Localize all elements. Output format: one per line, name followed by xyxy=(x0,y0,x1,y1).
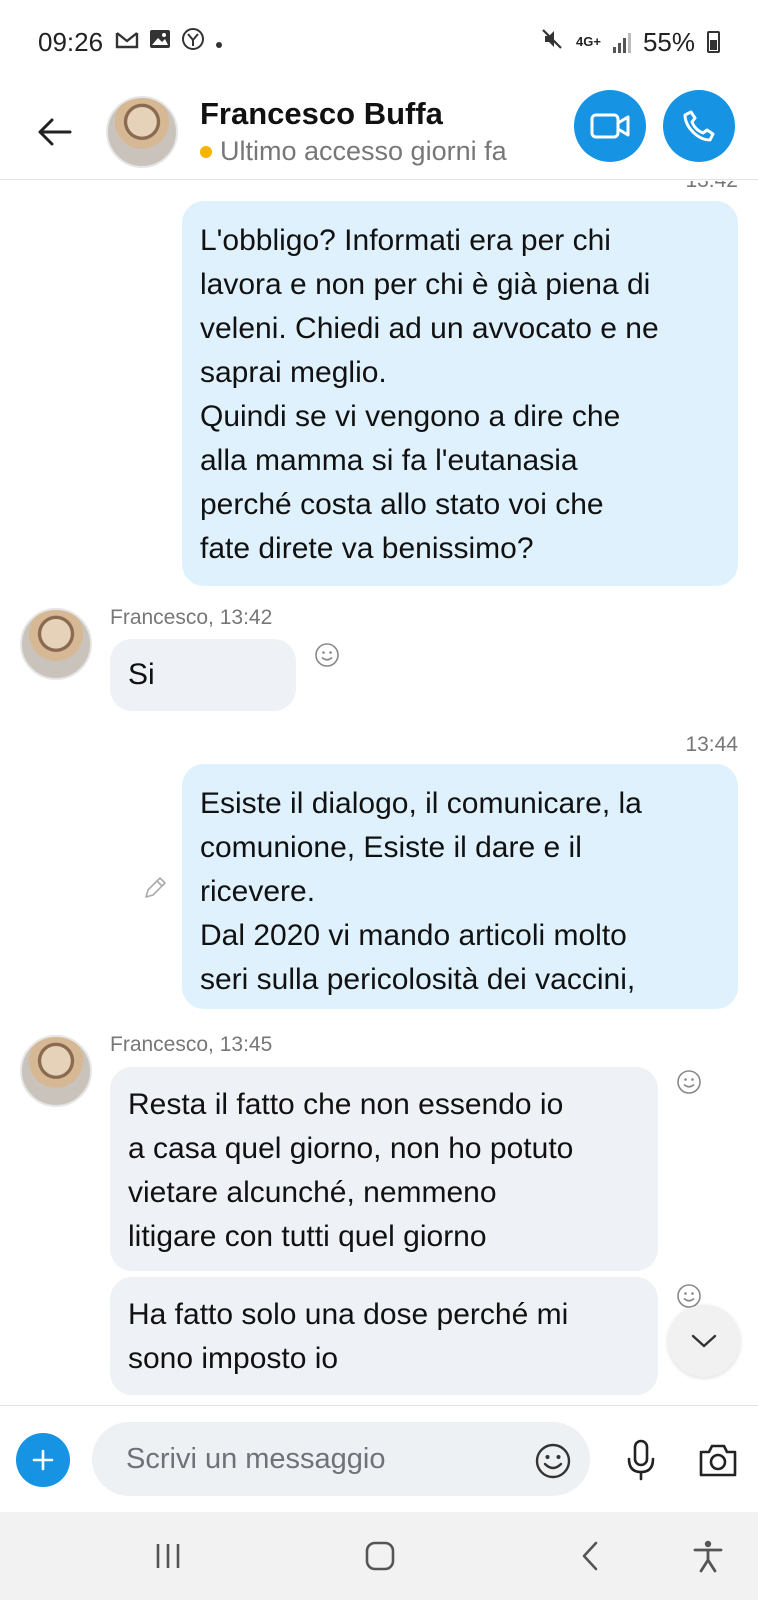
message-line: lavora e non per chi è già piena di xyxy=(200,268,651,301)
message-input[interactable] xyxy=(92,1422,590,1496)
status-bar: 09:26 4G+ 55% xyxy=(0,0,758,84)
video-call-button[interactable] xyxy=(574,90,646,162)
incoming-message-bubble[interactable]: Ha fatto solo una dose perché mi sono im… xyxy=(110,1277,658,1395)
system-navigation-bar xyxy=(0,1512,758,1600)
incoming-message-bubble[interactable]: Si xyxy=(110,639,296,711)
gallery-icon xyxy=(149,29,171,55)
message-line: L'obbligo? Informati era per chi xyxy=(200,224,611,257)
message-time: 13:44 xyxy=(685,733,738,756)
sender-avatar[interactable] xyxy=(20,1035,92,1107)
message-line: litigare con tutti quel giorno xyxy=(128,1220,487,1253)
message-line: Dal 2020 vi mando articoli molto xyxy=(200,919,627,952)
back-arrow-icon xyxy=(38,118,72,145)
dot-icon xyxy=(215,29,223,55)
battery-percentage: 55% xyxy=(642,26,695,57)
message-line: comunione, Esiste il dare e il xyxy=(200,831,582,864)
video-camera-icon xyxy=(590,113,630,139)
vpn-icon xyxy=(181,27,205,57)
message-line: a casa quel giorno, non ho potuto xyxy=(128,1132,574,1165)
message-composer xyxy=(0,1405,758,1512)
outgoing-message-bubble[interactable]: L'obbligo? Informati era per chi lavora … xyxy=(182,201,738,586)
incoming-message-bubble[interactable]: Resta il fatto che non essendo io a casa… xyxy=(110,1067,658,1271)
home-icon[interactable] xyxy=(362,1538,398,1574)
add-attachment-button[interactable] xyxy=(16,1433,70,1487)
message-line: Quindi se vi vengono a dire che xyxy=(200,400,621,433)
plus-icon xyxy=(32,1449,54,1471)
message-list[interactable]: 13:42 L'obbligo? Informati era per chi l… xyxy=(0,181,758,1405)
edited-pencil-icon xyxy=(145,877,166,898)
mute-icon xyxy=(540,27,564,58)
phone-icon xyxy=(683,110,715,142)
add-reaction-icon[interactable] xyxy=(314,642,340,668)
message-line: fate direte va benissimo? xyxy=(200,532,534,565)
battery-icon xyxy=(707,31,720,53)
signal-icon xyxy=(612,31,631,53)
message-time: 13:42 xyxy=(685,181,738,193)
back-button[interactable] xyxy=(24,102,84,162)
network-label: 4G+ xyxy=(576,34,601,49)
contact-info[interactable]: Francesco Buffa Ultimo accesso giorni fa xyxy=(200,96,507,167)
message-line: vietare alcunché, nemmeno xyxy=(128,1176,497,1209)
message-line: seri sulla pericolosità dei vaccini, xyxy=(200,963,636,996)
recents-icon[interactable] xyxy=(150,1538,186,1574)
away-status-dot xyxy=(200,145,212,158)
sender-name-time: Francesco, 13:42 xyxy=(110,606,273,629)
contact-name: Francesco Buffa xyxy=(200,96,443,131)
sender-name-time: Francesco, 13:45 xyxy=(110,1033,273,1056)
message-line: Esiste il dialogo, il comunicare, la xyxy=(200,787,642,820)
camera-icon[interactable] xyxy=(698,1442,738,1478)
back-icon[interactable] xyxy=(574,1538,610,1574)
message-line: alla mamma si fa l'eutanasia xyxy=(200,444,578,477)
audio-call-button[interactable] xyxy=(663,90,735,162)
scroll-to-bottom-button[interactable] xyxy=(668,1305,740,1377)
contact-status: Ultimo accesso giorni fa xyxy=(200,136,507,167)
last-seen-text: Ultimo accesso giorni fa xyxy=(220,136,507,166)
chevron-down-icon xyxy=(691,1334,717,1348)
message-line: Ha fatto solo una dose perché mi xyxy=(128,1298,569,1331)
add-reaction-icon[interactable] xyxy=(676,1069,702,1095)
status-time: 09:26 xyxy=(38,26,104,57)
contact-avatar[interactable] xyxy=(106,95,178,168)
accessibility-icon[interactable] xyxy=(690,1538,726,1574)
outgoing-message-bubble[interactable]: Esiste il dialogo, il comunicare, la com… xyxy=(182,764,738,1009)
message-text: Si xyxy=(128,658,155,691)
sender-avatar[interactable] xyxy=(20,608,92,680)
message-line: veleni. Chiedi ad un avvocato e ne xyxy=(200,312,659,345)
gmail-icon xyxy=(115,29,139,55)
message-line: saprai meglio. xyxy=(200,356,387,389)
message-line: sono imposto io xyxy=(128,1342,339,1375)
message-line: Resta il fatto che non essendo io xyxy=(128,1088,564,1121)
chat-header: Francesco Buffa Ultimo accesso giorni fa xyxy=(0,84,758,180)
microphone-icon[interactable] xyxy=(624,1439,658,1481)
message-line: ricevere. xyxy=(200,875,316,908)
emoji-icon[interactable] xyxy=(534,1442,572,1480)
message-line: perché costa allo stato voi che xyxy=(200,488,604,521)
